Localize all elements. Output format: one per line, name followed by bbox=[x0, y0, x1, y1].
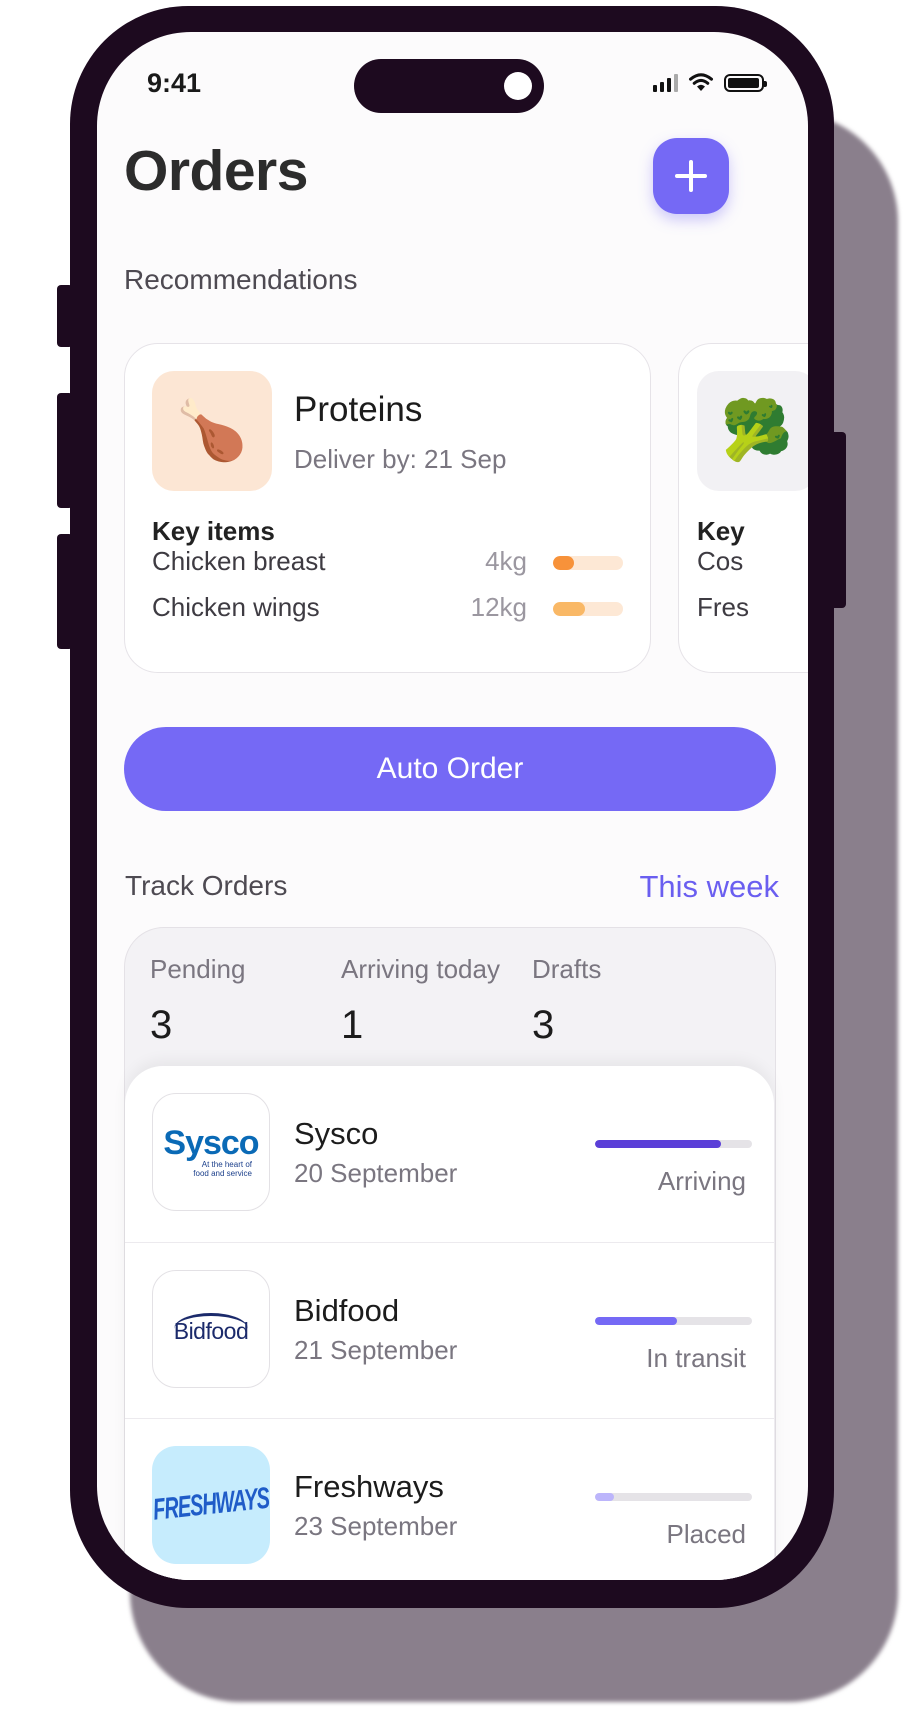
order-status: Arriving bbox=[657, 1166, 746, 1196]
order-progress-bar bbox=[595, 1317, 752, 1325]
order-progress-bar bbox=[595, 1493, 752, 1501]
recommendations-label: Recommendations bbox=[124, 264, 358, 295]
key-item-row: Cos bbox=[697, 546, 808, 578]
key-item-level-fill bbox=[553, 602, 585, 616]
order-progress-bar bbox=[595, 1140, 752, 1148]
order-row-sysco[interactable]: Sysco At the heart of food and service S… bbox=[125, 1066, 774, 1242]
freshways-logo-text: FRESHWAYS bbox=[151, 1481, 271, 1527]
stat-value: 1 bbox=[341, 1003, 364, 1047]
orders-list: Sysco At the heart of food and service S… bbox=[125, 1066, 774, 1580]
period-filter-link[interactable]: This week bbox=[639, 869, 779, 905]
key-item-name: Chicken wings bbox=[152, 592, 320, 622]
page-title: Orders bbox=[124, 139, 308, 203]
poultry-leg-icon: 🍗 bbox=[152, 371, 272, 491]
key-item-qty: 12kg bbox=[470, 592, 527, 622]
recommendation-deliver-by: Deliver by: 21 Sep bbox=[294, 444, 507, 474]
bidfood-logo: Bidfood bbox=[152, 1270, 270, 1388]
stat-label: Drafts bbox=[532, 954, 602, 984]
sysco-logo-text: Sysco bbox=[163, 1124, 259, 1162]
order-supplier: Freshways bbox=[294, 1469, 444, 1504]
freshways-logo: FRESHWAYS bbox=[151, 1446, 271, 1564]
phone-frame: 9:41 Orders Recommendations 🍗 Proteins D… bbox=[70, 6, 834, 1608]
key-item-qty: 4kg bbox=[485, 546, 527, 576]
stat-drafts[interactable]: Drafts 3 bbox=[532, 954, 601, 1048]
key-item-name: Chicken breast bbox=[152, 546, 326, 576]
order-progress-fill bbox=[595, 1140, 721, 1148]
status-time: 9:41 bbox=[147, 68, 202, 98]
order-date: 21 September bbox=[294, 1335, 458, 1365]
key-item-name: Fres bbox=[697, 592, 749, 622]
order-row-freshways[interactable]: FRESHWAYS Freshways 23 September Placed bbox=[125, 1418, 774, 1580]
track-orders-label: Track Orders bbox=[125, 870, 288, 901]
dynamic-island bbox=[354, 59, 544, 113]
key-item-row: Chicken breast 4kg bbox=[152, 546, 623, 578]
key-items-label: Key bbox=[697, 516, 745, 546]
auto-order-button[interactable]: Auto Order bbox=[124, 727, 776, 811]
order-status: In transit bbox=[646, 1343, 746, 1373]
wifi-icon bbox=[689, 73, 713, 91]
key-items-label: Key items bbox=[152, 516, 275, 546]
status-icons bbox=[653, 72, 767, 92]
key-item-level-bar bbox=[553, 602, 623, 616]
order-date: 23 September bbox=[294, 1511, 458, 1541]
bidfood-logo-text: Bidfood bbox=[173, 1313, 249, 1345]
stat-value: 3 bbox=[532, 1003, 555, 1047]
order-supplier: Bidfood bbox=[294, 1293, 400, 1328]
track-orders-panel: Pending 3 Arriving today 1 Drafts 3 Sysc… bbox=[124, 927, 776, 1580]
order-row-bidfood[interactable]: Bidfood Bidfood 21 September In transit bbox=[125, 1242, 774, 1419]
recommendation-card-vegetables[interactable]: 🥦 Key Cos Fres bbox=[678, 343, 808, 673]
key-item-level-bar bbox=[553, 556, 623, 570]
camera-icon bbox=[504, 72, 532, 100]
recommendation-card-proteins[interactable]: 🍗 Proteins Deliver by: 21 Sep Key items … bbox=[124, 343, 651, 673]
key-item-level-fill bbox=[553, 556, 574, 570]
stat-value: 3 bbox=[150, 1003, 173, 1047]
broccoli-icon: 🥦 bbox=[697, 371, 808, 491]
order-progress-fill bbox=[595, 1317, 677, 1325]
stat-arriving-today[interactable]: Arriving today 1 bbox=[341, 954, 500, 1048]
key-item-row: Fres bbox=[697, 592, 808, 624]
battery-icon bbox=[724, 74, 767, 92]
recommendation-title: Proteins bbox=[294, 390, 423, 429]
stat-label: Arriving today bbox=[341, 954, 500, 984]
stat-pending[interactable]: Pending 3 bbox=[150, 954, 245, 1048]
stat-label: Pending bbox=[150, 954, 246, 984]
order-date: 20 September bbox=[294, 1158, 458, 1188]
order-status: Placed bbox=[666, 1519, 747, 1549]
signal-icon bbox=[653, 74, 678, 92]
app-screen: 9:41 Orders Recommendations 🍗 Proteins D… bbox=[97, 32, 808, 1580]
key-item-name: Cos bbox=[697, 546, 744, 576]
sysco-logo-tagline: At the heart of food and service bbox=[193, 1160, 252, 1178]
key-item-row: Chicken wings 12kg bbox=[152, 592, 623, 624]
order-progress-fill bbox=[595, 1493, 614, 1501]
add-order-button[interactable] bbox=[653, 138, 729, 214]
sysco-logo: Sysco At the heart of food and service bbox=[152, 1093, 270, 1211]
order-supplier: Sysco bbox=[294, 1116, 379, 1151]
